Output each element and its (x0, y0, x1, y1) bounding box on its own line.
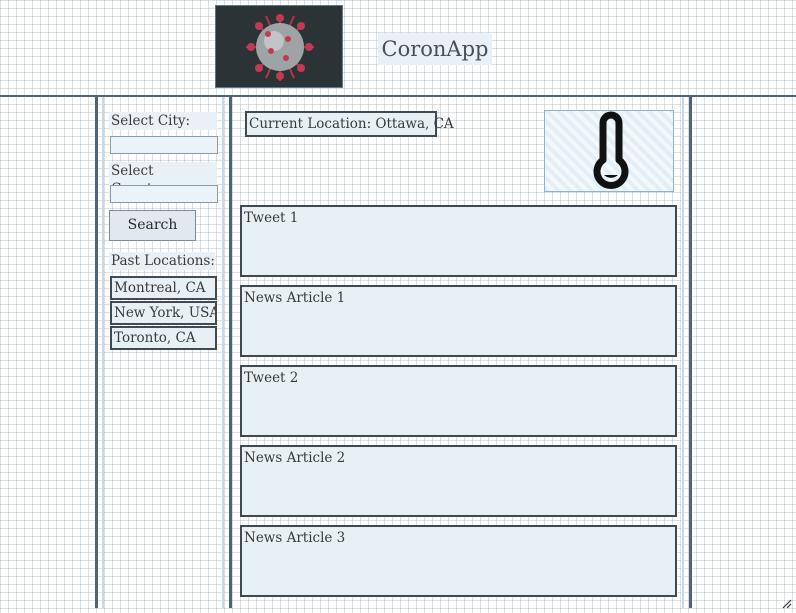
thermometer-icon (545, 111, 673, 195)
feed-card-title: Tweet 1 (244, 210, 299, 226)
main-right-divider (689, 97, 692, 608)
sidebar-left-divider-shadow (102, 97, 104, 608)
feed-card-title: Tweet 2 (244, 370, 299, 386)
feed-card-tweet[interactable]: Tweet 2 (240, 365, 677, 437)
feed-card-tweet[interactable]: Tweet 1 (240, 205, 677, 277)
weather-panel (544, 110, 674, 192)
sidebar-left-divider (95, 97, 98, 608)
feed-card-title: News Article 3 (244, 530, 346, 546)
feed-card-article[interactable]: News Article 1 (240, 285, 677, 357)
search-button[interactable]: Search (109, 210, 196, 241)
header-divider (0, 95, 796, 97)
current-location: Current Location: Ottawa, CA (245, 111, 454, 137)
past-location-item[interactable]: New York, USA (110, 301, 217, 325)
sidebar-right-divider-shadow (222, 97, 224, 608)
app-title: CoronApp (378, 33, 492, 65)
sidebar-right-divider (229, 97, 232, 608)
past-location-item[interactable]: Toronto, CA (110, 326, 217, 350)
feed-card-title: News Article 1 (244, 290, 346, 306)
past-locations-label: Past Locations: (109, 252, 215, 270)
main-right-divider-shadow (682, 97, 684, 608)
virus-logo-image (215, 5, 343, 88)
city-label: Select City: (109, 112, 217, 130)
city-input[interactable] (110, 136, 218, 154)
past-location-item[interactable]: Montreal, CA (110, 276, 217, 300)
feed-card-article[interactable]: News Article 3 (240, 525, 677, 597)
resize-grip-icon[interactable] (782, 594, 792, 609)
country-input[interactable] (110, 185, 218, 203)
feed-card-article[interactable]: News Article 2 (240, 445, 677, 517)
feed-card-title: News Article 2 (244, 450, 346, 466)
